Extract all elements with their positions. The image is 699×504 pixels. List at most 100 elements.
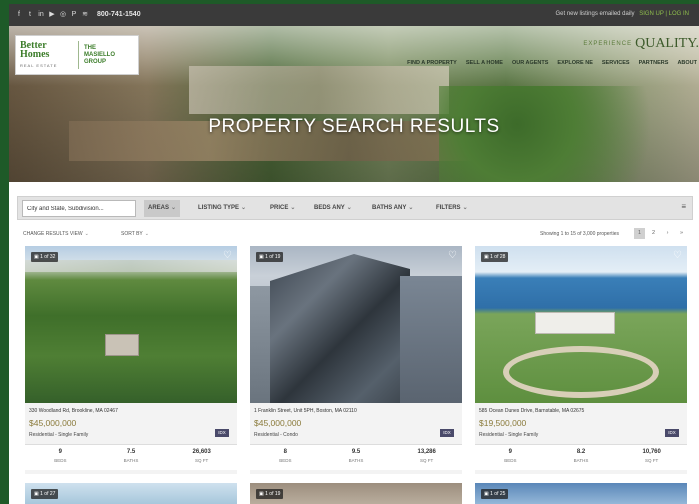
photo-count: 1 of 19 — [265, 254, 281, 260]
hero-banner: Better Homes REAL ESTATE THE MASIELLO GR… — [9, 26, 699, 182]
favorite-heart-icon[interactable]: ♡ — [448, 250, 457, 261]
listing-address[interactable]: 330 Woodland Rd, Brookline, MA 02467 — [29, 408, 118, 414]
group-name-the: THE — [84, 44, 96, 51]
better-homes-logo: Better Homes REAL ESTATE — [16, 40, 78, 70]
nav-our-agents[interactable]: OUR AGENTS — [512, 60, 548, 66]
results-toolbar: CHANGE RESULTS VIEW ⌄ SORT BY ⌄ Showing 1 … — [23, 228, 691, 242]
listing-address[interactable]: 585 Ocean Dunes Drive, Barnstable, MA 02… — [479, 408, 584, 414]
pinterest-icon[interactable]: P — [70, 11, 78, 19]
facebook-icon[interactable]: f — [15, 11, 23, 19]
page-1-button[interactable]: 1 — [634, 228, 645, 239]
group-name-masiello: MASIELLO — [84, 51, 115, 58]
site-logo[interactable]: Better Homes REAL ESTATE THE MASIELLO GR… — [15, 35, 139, 75]
beds-label: BEDS ANY — [314, 205, 345, 211]
twitter-icon[interactable]: t — [26, 11, 34, 19]
sqft-value: 10,760 — [642, 449, 661, 455]
favorite-heart-icon[interactable]: ♡ — [673, 250, 682, 261]
logo-word-real-estate: REAL ESTATE — [20, 62, 58, 68]
social-links: f t in ▶ ◎ P ≋ — [15, 11, 89, 19]
page-title: PROPERTY SEARCH RESULTS — [208, 116, 500, 137]
nav-find-a-property[interactable]: FIND A PROPERTY — [407, 60, 457, 66]
nav-services[interactable]: SERVICES — [602, 60, 630, 66]
sort-by-label: SORT BY — [121, 231, 143, 237]
nav-explore-ne[interactable]: EXPLORE NE — [557, 60, 592, 66]
last-page-button[interactable]: » — [676, 228, 687, 239]
baths-label: BATHS ANY — [372, 205, 407, 211]
idx-badge: IDX — [665, 429, 679, 437]
phone-number[interactable]: 800-741-1540 — [97, 11, 141, 18]
nav-about[interactable]: ABOUT — [677, 60, 697, 66]
areas-filter-button[interactable]: AREAS ⌄ — [144, 200, 181, 217]
photo-count-badge: ▣ 1 of 19 — [256, 489, 284, 499]
tagline-small: EXPERIENCE — [583, 40, 633, 47]
listing-photo[interactable]: ▣ 1 of 19 ♡ — [250, 246, 462, 403]
listing-card[interactable]: ▣ 1 of 28 ♡ 585 Ocean Dunes Drive, Barns… — [475, 246, 687, 474]
group-logo: THE MASIELLO GROUP — [79, 45, 115, 66]
circular-drive-shape — [503, 346, 659, 398]
filter-bar: AREAS⌄ LISTING TYPE⌄ PRICE⌄ BEDS ANY⌄ BA… — [17, 196, 693, 220]
page-2-button[interactable]: 2 — [648, 228, 659, 239]
baths-value: 7.5 — [126, 449, 136, 455]
idx-badge: IDX — [215, 429, 229, 437]
main-nav: FIND A PROPERTY SELL A HOME OUR AGENTS E… — [407, 60, 697, 66]
beds-filter-button[interactable]: BEDS ANY ⌄ — [310, 200, 356, 217]
listing-card-partial[interactable]: ▣ 1 of 19 — [250, 483, 462, 504]
price-filter-button[interactable]: PRICE ⌄ — [266, 200, 299, 217]
more-filters-button[interactable]: FILTERS ⌄ — [432, 200, 472, 217]
linkedin-icon[interactable]: in — [37, 11, 45, 19]
beds-label: BEDS — [279, 458, 292, 463]
price-label: PRICE — [270, 205, 289, 211]
instagram-icon[interactable]: ◎ — [59, 11, 67, 19]
favorite-heart-icon[interactable]: ♡ — [223, 250, 232, 261]
search-input[interactable] — [22, 200, 136, 217]
baths-stat: 7.5 BATHS — [96, 445, 167, 470]
youtube-icon[interactable]: ▶ — [48, 11, 56, 19]
beds-label: BEDS — [54, 458, 67, 463]
listing-address[interactable]: 1 Franklin Street, Unit 5PH, Boston, MA … — [254, 408, 357, 414]
listing-stats: 8 BEDS 9.5 BATHS 13,286 SQ FT — [250, 444, 462, 470]
estate-house-shape — [535, 312, 615, 334]
listing-type-label: LISTING TYPE — [198, 205, 240, 211]
listing-card-partial[interactable]: ▣ 1 of 27 — [25, 483, 237, 504]
sqft-stat: 10,760 SQ FT — [616, 445, 687, 470]
sign-up-link[interactable]: SIGN UP | LOG IN — [639, 11, 689, 17]
sort-by-dropdown[interactable]: SORT BY ⌄ — [121, 231, 149, 237]
sqft-label: SQ FT — [195, 458, 209, 463]
listing-card-partial[interactable]: ▣ 1 of 25 — [475, 483, 687, 504]
menu-icon[interactable]: ≡ — [681, 202, 686, 211]
photo-count-badge: ▣ 1 of 19 — [256, 252, 284, 262]
baths-value: 8.2 — [576, 449, 586, 455]
photo-count: 1 of 28 — [490, 254, 506, 260]
change-view-dropdown[interactable]: CHANGE RESULTS VIEW ⌄ — [23, 231, 89, 237]
chevron-down-icon: ⌄ — [462, 205, 468, 211]
photo-count-badge: ▣ 1 of 25 — [481, 489, 509, 499]
filters-label: FILTERS — [436, 205, 461, 211]
sqft-label: SQ FT — [645, 458, 659, 463]
listing-type-filter-button[interactable]: LISTING TYPE ⌄ — [194, 200, 250, 217]
rss-icon[interactable]: ≋ — [81, 11, 89, 19]
listing-photo[interactable]: ▣ 1 of 28 ♡ — [475, 246, 687, 403]
photo-count: 1 of 27 — [40, 491, 56, 497]
baths-filter-button[interactable]: BATHS ANY ⌄ — [368, 200, 417, 217]
browser-frame: f t in ▶ ◎ P ≋ 800-741-1540 Get new list… — [9, 4, 699, 504]
nav-sell-a-home[interactable]: SELL A HOME — [466, 60, 503, 66]
listing-photo[interactable]: ▣ 1 of 32 ♡ — [25, 246, 237, 403]
listing-price: $19,500,000 — [479, 418, 527, 428]
beds-value: 8 — [283, 449, 287, 455]
next-page-button[interactable]: › — [662, 228, 673, 239]
tagline-main: QUALITY. — [635, 36, 699, 51]
nav-partners[interactable]: PARTNERS — [639, 60, 669, 66]
chevron-down-icon: ⌄ — [346, 205, 352, 211]
waterfront-estate-photo — [475, 246, 687, 403]
sqft-stat: 13,286 SQ FT — [391, 445, 462, 470]
top-bar: f t in ▶ ◎ P ≋ 800-741-1540 Get new list… — [9, 4, 699, 26]
listing-card[interactable]: ▣ 1 of 32 ♡ 330 Woodland Rd, Brookline, … — [25, 246, 237, 474]
beds-value: 9 — [508, 449, 512, 455]
beds-stat: 9 BEDS — [475, 445, 546, 470]
listing-stats: 9 BEDS 7.5 BATHS 26,603 SQ FT — [25, 444, 237, 470]
listing-type: Residential - Single Family — [479, 432, 539, 438]
tower-shape — [400, 276, 462, 403]
listing-card[interactable]: ▣ 1 of 19 ♡ 1 Franklin Street, Unit 5PH,… — [250, 246, 462, 474]
beds-stat: 9 BEDS — [25, 445, 96, 470]
sqft-value: 13,286 — [417, 449, 436, 455]
